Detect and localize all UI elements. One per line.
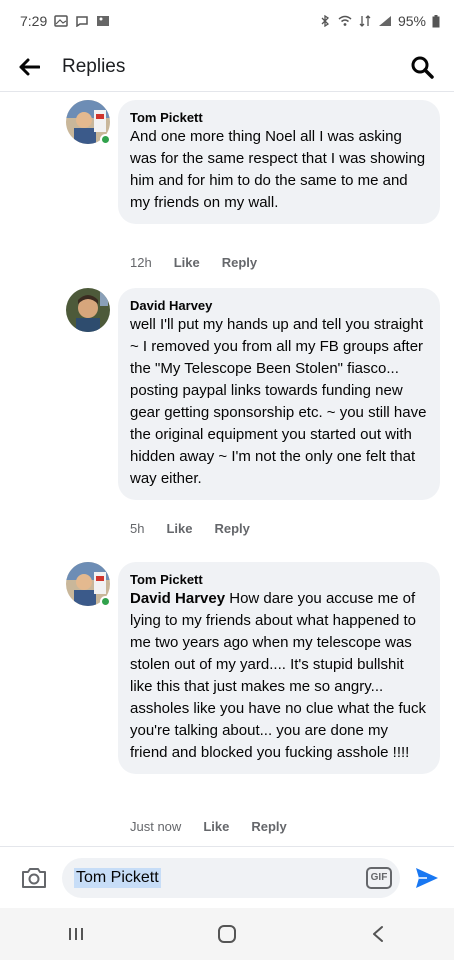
comment-author[interactable]: Tom Pickett [130, 109, 428, 126]
mention-tag[interactable]: Tom Pickett [74, 867, 161, 888]
reply-composer: Tom Pickett GIF [0, 846, 454, 908]
signal-icon [378, 16, 391, 26]
system-back-button[interactable] [348, 914, 408, 954]
comment-bubble[interactable]: David Harvey well I'll put my hands up a… [118, 288, 440, 500]
comment: Tom Pickett David Harvey How dare you ac… [66, 562, 444, 846]
back-arrow-icon[interactable] [18, 53, 46, 81]
avatar[interactable] [66, 288, 110, 332]
comment-input[interactable]: Tom Pickett GIF [62, 857, 400, 898]
recent-apps-button[interactable] [46, 914, 106, 954]
comment-text: David Harvey How dare you accuse me of l… [130, 588, 428, 764]
comment-bubble[interactable]: Tom Pickett And one more thing Noel all … [118, 100, 440, 224]
like-button[interactable]: Like [203, 819, 229, 834]
comment: David Harvey well I'll put my hands up a… [66, 288, 444, 548]
comment-time: 12h [130, 255, 152, 270]
comment-body: How dare you accuse me of lying to my fr… [130, 590, 427, 761]
gallery-notification-icon [54, 15, 68, 27]
send-icon[interactable] [412, 863, 442, 893]
comment: Tom Pickett And one more thing Noel all … [66, 100, 444, 270]
reply-button[interactable]: Reply [251, 819, 286, 834]
search-icon[interactable] [408, 53, 436, 81]
comment-time: 5h [130, 521, 145, 536]
messenger-notification-icon [76, 16, 88, 27]
camera-icon[interactable] [18, 862, 50, 894]
home-button[interactable] [197, 914, 257, 954]
mention-link[interactable]: David Harvey [130, 590, 225, 607]
comment-thread: Tom Pickett And one more thing Noel all … [0, 92, 454, 846]
gif-icon[interactable]: GIF [366, 866, 392, 889]
status-bar: 7:29 95% [0, 0, 454, 42]
reply-button[interactable]: Reply [214, 521, 249, 536]
online-status-dot [100, 134, 111, 145]
image-notification-icon [97, 16, 110, 26]
reply-button[interactable]: Reply [222, 255, 257, 270]
page-title: Replies [62, 55, 126, 77]
comment-actions: 5h Like Reply [130, 521, 250, 536]
data-icon [359, 15, 371, 27]
battery-icon [432, 14, 440, 27]
battery-percent: 95% [397, 13, 426, 29]
comment-author[interactable]: Tom Pickett [130, 571, 428, 588]
header: Replies [0, 42, 454, 92]
comment-bubble[interactable]: Tom Pickett David Harvey How dare you ac… [118, 562, 440, 774]
wifi-icon [338, 15, 352, 26]
comment-text: well I'll put my hands up and tell you s… [130, 316, 427, 487]
comment-actions: Just now Like Reply [130, 819, 287, 834]
comment-time: Just now [130, 819, 182, 834]
system-navigation-bar [0, 908, 454, 960]
comment-author[interactable]: David Harvey [130, 297, 428, 314]
comment-actions: 12h Like Reply [130, 255, 257, 270]
bluetooth-icon [321, 15, 329, 27]
like-button[interactable]: Like [174, 255, 200, 270]
like-button[interactable]: Like [166, 521, 192, 536]
comment-text: And one more thing Noel all I was asking… [130, 128, 426, 211]
status-time: 7:29 [20, 13, 48, 29]
online-status-dot [100, 596, 111, 607]
